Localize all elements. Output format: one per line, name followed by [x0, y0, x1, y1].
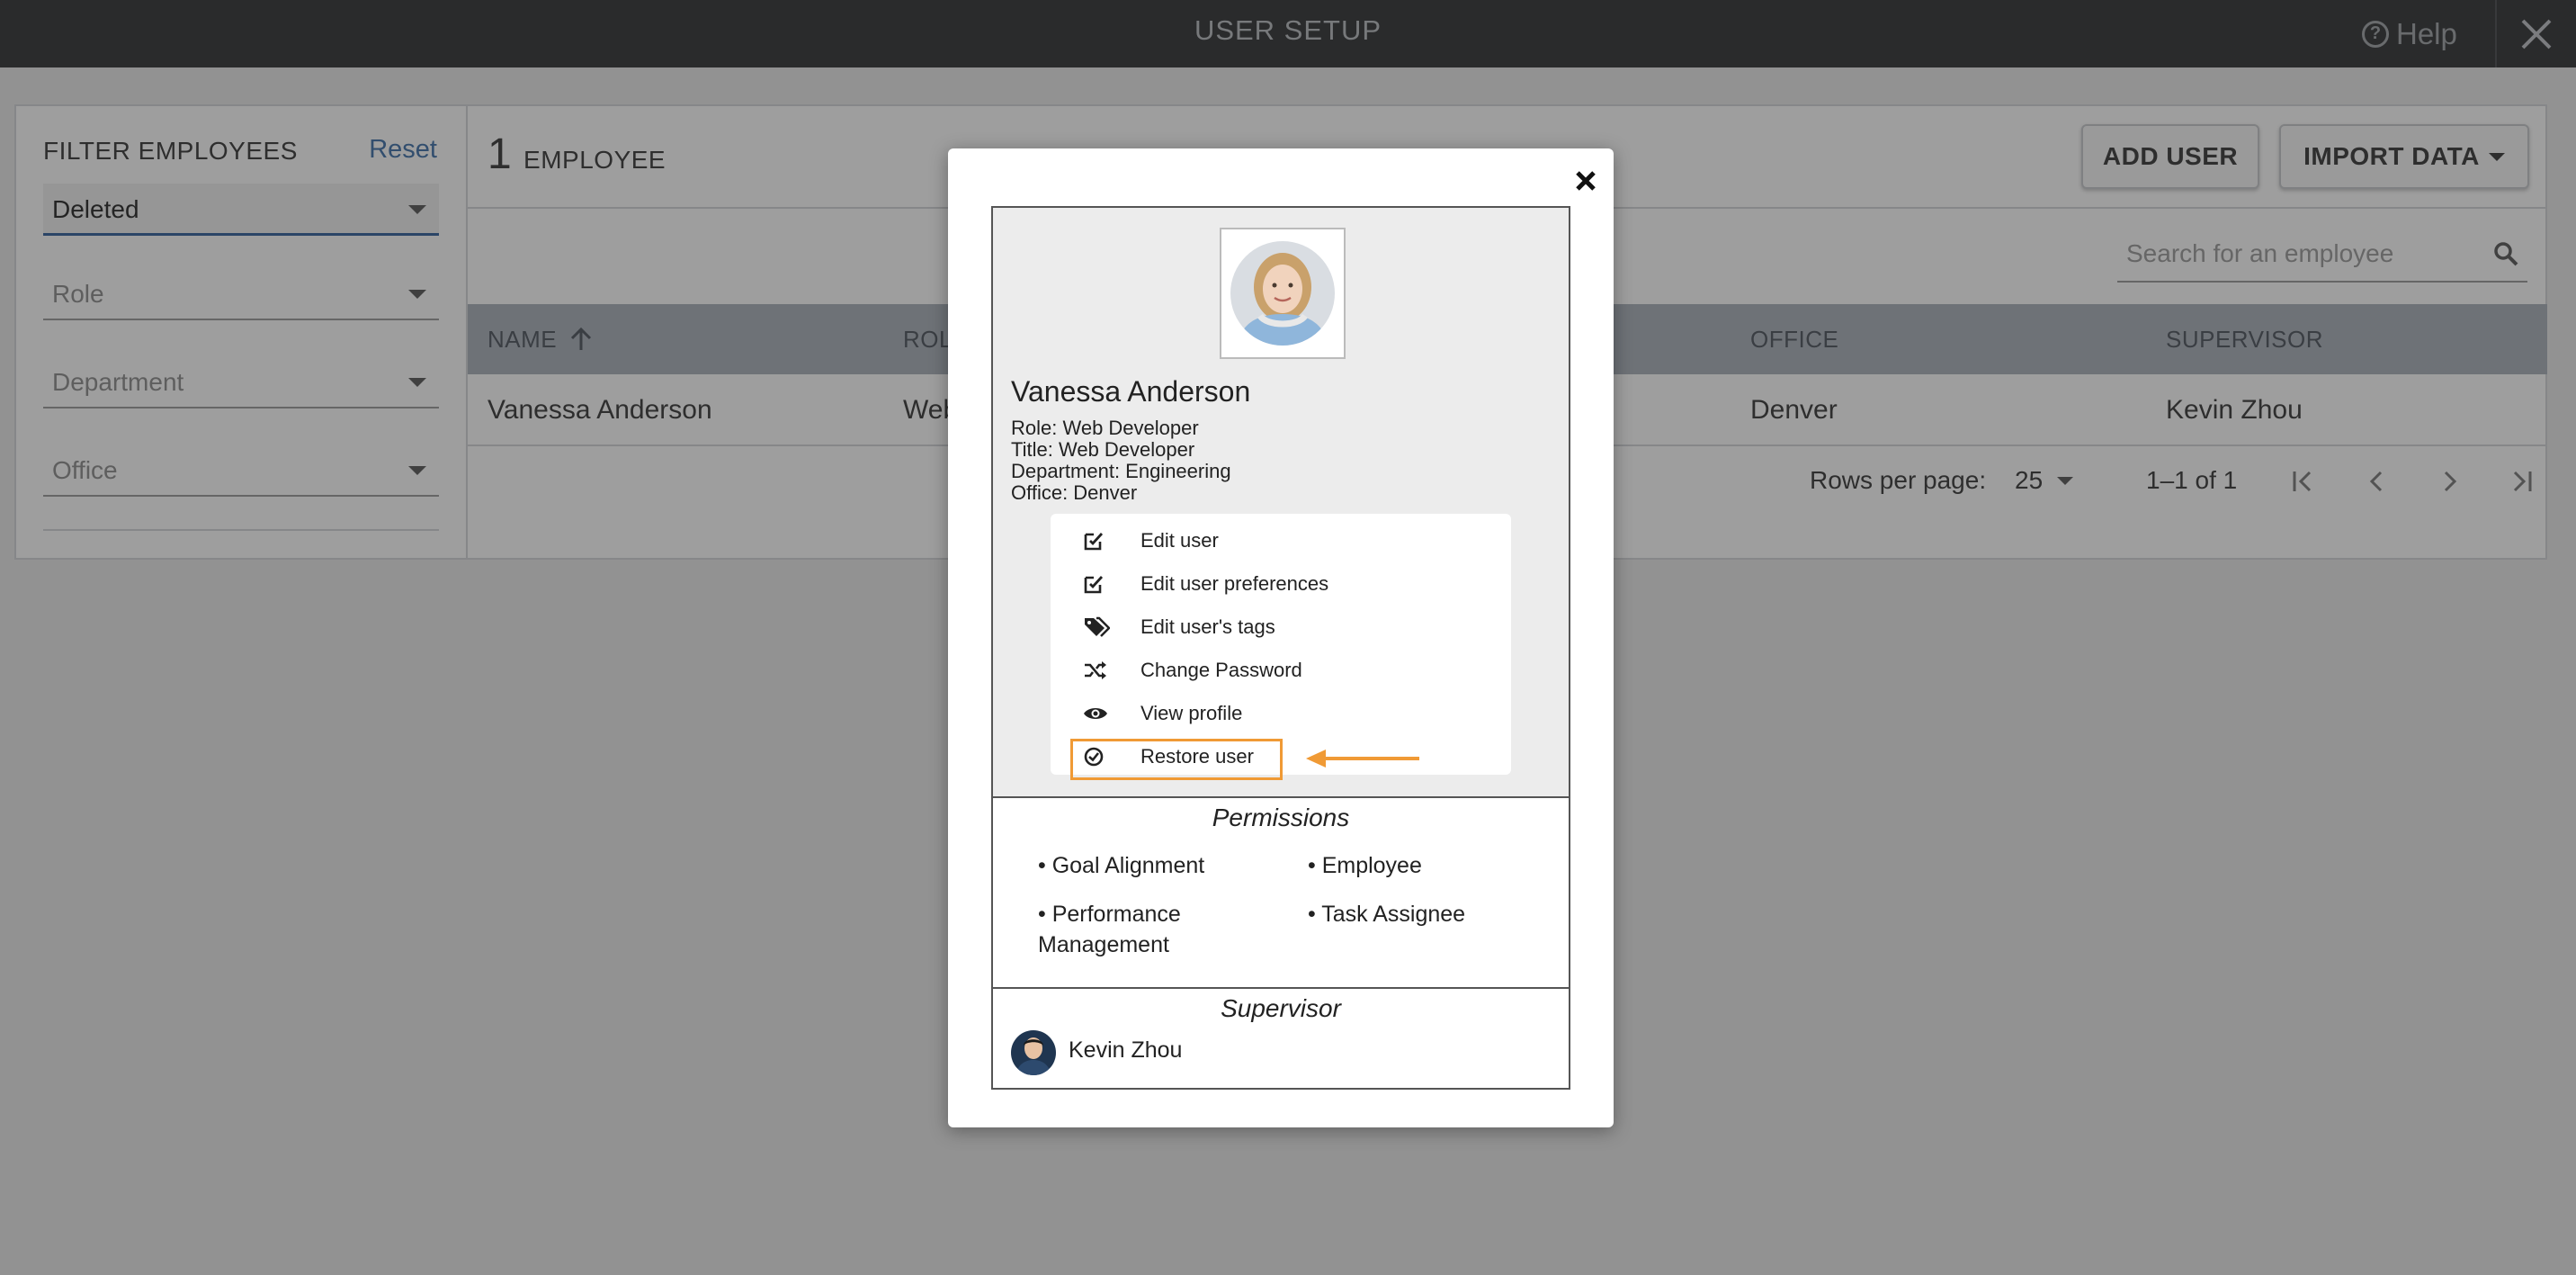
user-office: Office: Denver [1011, 481, 1138, 504]
restore-user-highlight [1070, 739, 1283, 780]
menu-item-edit-preferences[interactable]: Edit user preferences [1083, 566, 1328, 602]
user-card-modal: Vanessa Anderson Role: Web Developer Tit… [948, 148, 1614, 1127]
supervisor-avatar [1011, 1030, 1056, 1075]
user-title: Title: Web Developer [1011, 438, 1195, 461]
user-department: Department: Engineering [1011, 460, 1231, 482]
supervisor-title: Supervisor [1221, 994, 1341, 1022]
user-card-header: Vanessa Anderson Role: Web Developer Tit… [993, 208, 1569, 796]
supervisor-name: Kevin Zhou [1069, 1037, 1183, 1063]
menu-item-label: Change Password [1140, 659, 1302, 681]
menu-item-change-password[interactable]: Change Password [1083, 652, 1302, 688]
pointer-arrow-icon [1306, 750, 1419, 768]
permission-item: • Goal Alignment [1038, 853, 1205, 878]
shuffle-icon [1083, 658, 1114, 683]
edit-icon [1083, 528, 1114, 553]
menu-item-label: Edit user's tags [1140, 615, 1275, 638]
close-modal-button[interactable] [1574, 161, 1597, 202]
menu-item-label: Edit user preferences [1140, 572, 1329, 595]
menu-item-label: View profile [1140, 702, 1243, 724]
permission-item: • Performance Management [1038, 902, 1181, 957]
tags-icon [1083, 615, 1114, 640]
permission-item: • Task Assignee [1308, 902, 1466, 927]
menu-item-edit-tags[interactable]: Edit user's tags [1083, 609, 1275, 645]
menu-item-label: Edit user [1140, 529, 1219, 552]
user-name: Vanessa Anderson [1011, 375, 1251, 408]
section-divider [993, 987, 1569, 989]
user-actions-menu: Edit user Edit user preferences Edit use… [1051, 514, 1511, 775]
user-card: Vanessa Anderson Role: Web Developer Tit… [991, 206, 1570, 1090]
section-divider [993, 796, 1569, 798]
user-role: Role: Web Developer [1011, 417, 1199, 439]
user-avatar [1230, 241, 1335, 346]
permission-item: • Employee [1308, 853, 1422, 878]
menu-item-edit-user[interactable]: Edit user [1083, 523, 1219, 559]
menu-item-view-profile[interactable]: View profile [1083, 696, 1242, 732]
user-photo [1220, 228, 1346, 359]
edit-icon [1083, 571, 1114, 597]
permissions-title: Permissions [1212, 804, 1350, 831]
close-icon [1576, 171, 1596, 191]
eye-icon [1083, 701, 1114, 726]
